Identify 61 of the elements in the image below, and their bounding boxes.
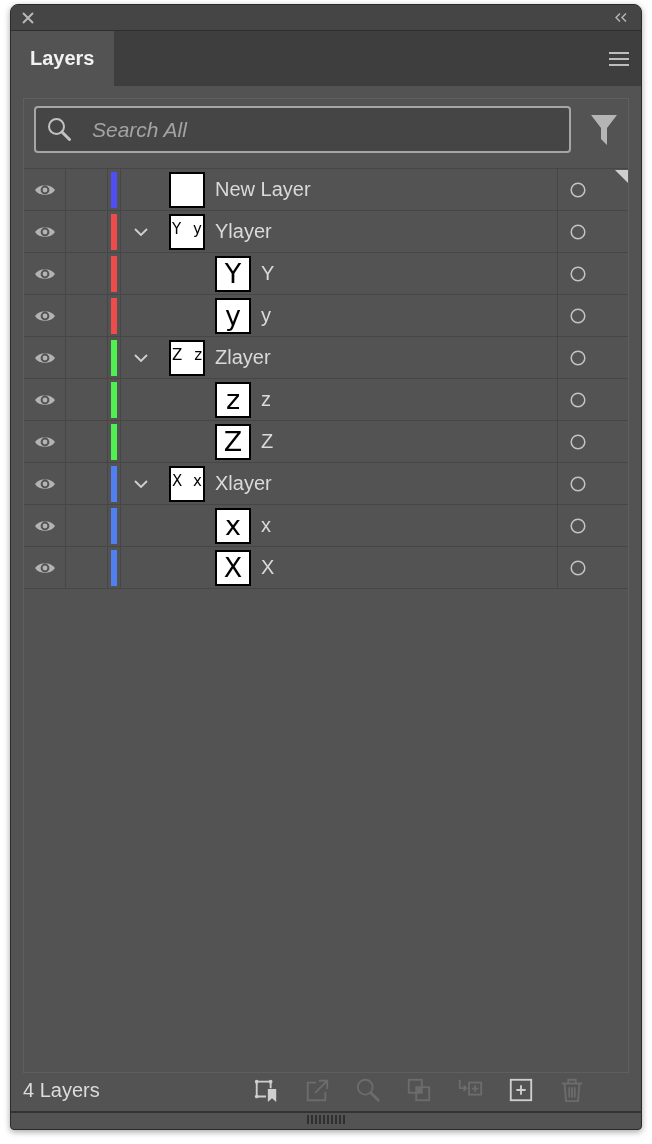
thumbnail-letter: Y xyxy=(224,260,242,287)
chevron-down-icon[interactable] xyxy=(134,227,148,236)
thumbnail-letter: x xyxy=(225,512,241,539)
target-circle-icon[interactable] xyxy=(570,181,586,198)
layer-thumbnail xyxy=(169,171,205,208)
thumbnail-letter: Y xyxy=(172,221,182,237)
layer-name[interactable]: Xlayer xyxy=(215,472,272,495)
eye-icon[interactable] xyxy=(33,182,56,197)
chevron-down-icon[interactable] xyxy=(134,353,148,362)
target-circle-icon[interactable] xyxy=(570,349,586,366)
thumbnail-letter: Z xyxy=(223,428,243,455)
thumbnail-letter: z xyxy=(194,347,202,363)
thumbnail-letter: y xyxy=(225,302,241,329)
eye-icon[interactable] xyxy=(33,434,56,449)
target-circle-icon[interactable] xyxy=(570,307,586,324)
chevron-down-icon[interactable] xyxy=(134,479,148,488)
target-circle-icon[interactable] xyxy=(570,223,586,240)
trash-icon xyxy=(559,1077,585,1103)
eye-icon[interactable] xyxy=(33,560,56,575)
eye-icon[interactable] xyxy=(33,476,56,491)
target-circle-icon[interactable] xyxy=(570,475,586,492)
eye-icon[interactable] xyxy=(33,350,56,365)
thumbnail-letter: X xyxy=(223,554,243,581)
resize-grip-icon[interactable] xyxy=(306,1115,345,1124)
target-circle-icon[interactable] xyxy=(570,517,586,534)
close-icon[interactable] xyxy=(22,11,34,24)
magnifier-icon xyxy=(355,1077,381,1103)
layer-name[interactable]: z xyxy=(261,388,271,411)
layer-name[interactable]: Ylayer xyxy=(215,220,272,243)
search-field[interactable]: Search All xyxy=(34,106,571,153)
thumbnail-letter: Z xyxy=(172,347,183,363)
plus-square-icon xyxy=(508,1077,534,1103)
layer-name[interactable]: y xyxy=(261,304,271,327)
search-icon xyxy=(47,117,71,141)
overlapping-squares-icon xyxy=(406,1077,432,1103)
double-chevron-left-icon[interactable] xyxy=(615,13,627,22)
thumbnail-letter: y xyxy=(193,221,202,237)
layer-name[interactable]: Zlayer xyxy=(215,346,271,369)
layer-count: 4 Layers xyxy=(23,1079,100,1102)
eye-icon[interactable] xyxy=(33,518,56,533)
target-circle-icon[interactable] xyxy=(570,265,586,282)
layer-name[interactable]: x xyxy=(261,514,271,537)
thumbnail-letter: z xyxy=(225,386,241,413)
thumbnail-letter: x xyxy=(193,473,202,489)
square-arrow-icon xyxy=(304,1077,330,1103)
eye-icon[interactable] xyxy=(33,266,56,281)
target-circle-icon[interactable] xyxy=(570,433,586,450)
menu-icon[interactable] xyxy=(609,51,629,66)
layer-name[interactable]: Y xyxy=(261,262,275,285)
eye-icon[interactable] xyxy=(33,308,56,323)
eye-icon[interactable] xyxy=(33,224,56,239)
layer-name[interactable]: X xyxy=(261,556,275,579)
layer-name[interactable]: Z xyxy=(261,430,274,453)
layers-tab[interactable]: Layers xyxy=(11,31,114,86)
layer-name[interactable]: New Layer xyxy=(215,178,311,201)
target-circle-icon[interactable] xyxy=(570,391,586,408)
thumbnail-letter: X xyxy=(172,473,183,489)
target-circle-icon[interactable] xyxy=(570,559,586,576)
frame-bookmark-icon xyxy=(253,1077,279,1103)
eye-icon[interactable] xyxy=(33,392,56,407)
filter-icon[interactable] xyxy=(591,115,617,145)
